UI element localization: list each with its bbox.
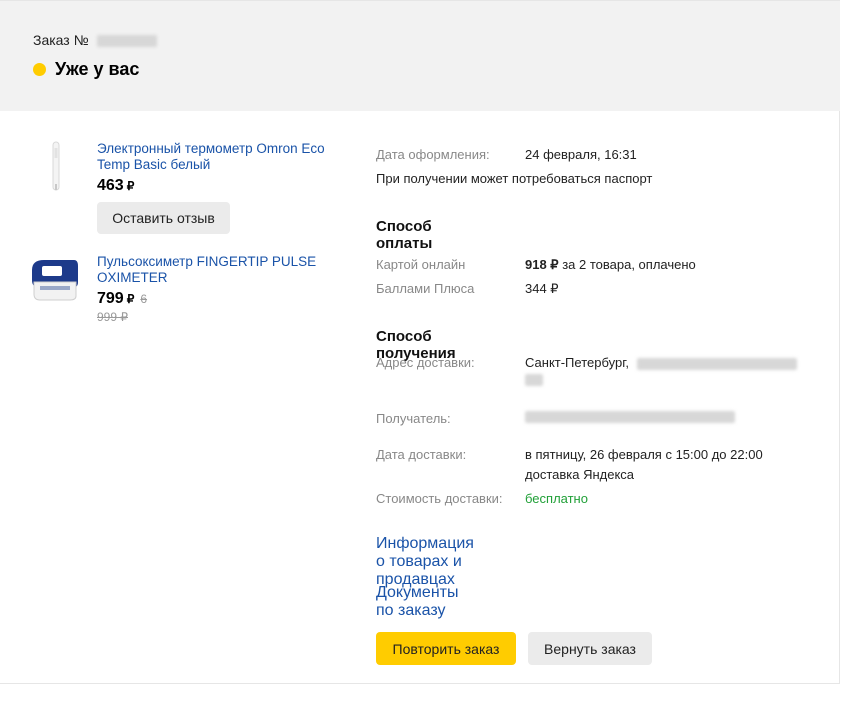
currency: ₽ <box>126 179 135 193</box>
product-name-link[interactable]: Электронный термометр Omron Eco Temp Bas… <box>97 141 327 173</box>
product-price: 463 ₽ <box>97 177 134 195</box>
price-value: 463 <box>97 177 124 194</box>
thermometer-image[interactable] <box>28 138 84 198</box>
address-redacted-line2 <box>525 374 543 386</box>
order-header: Заказ № Уже у вас <box>0 0 840 111</box>
address-redacted <box>636 357 797 370</box>
recipient-redacted <box>525 411 735 423</box>
order-date-value: 24 февраля, 16:31 <box>525 147 637 162</box>
pulse-oximeter-image[interactable] <box>28 252 84 312</box>
order-status: Уже у вас <box>33 59 139 80</box>
order-documents-link[interactable]: Документы по заказу <box>376 584 458 620</box>
product-name-link[interactable]: Пульсоксиметр FINGERTIP PULSE OXIMETER <box>97 254 327 286</box>
address-city: Санкт-Петербург, <box>525 355 629 370</box>
plus-points-value: 344 ₽ <box>525 281 559 296</box>
order-card: Заказ № Уже у вас Электронный термометр … <box>0 0 840 684</box>
leave-review-button[interactable]: Оставить отзыв <box>97 202 230 234</box>
plus-points-label: Баллами Плюса <box>376 281 475 296</box>
delivery-service: доставка Яндекса <box>525 467 635 482</box>
card-payment-amount: 918 ₽ <box>525 257 559 272</box>
price-value: 799 <box>97 290 124 307</box>
card-payment-label: Картой онлайн <box>376 257 466 272</box>
order-number: Заказ № <box>33 32 157 48</box>
order-number-redacted <box>96 35 157 48</box>
payment-section-title: Способ оплаты <box>376 218 433 252</box>
recipient-label: Получатель: <box>376 411 451 426</box>
address-value: Санкт-Петербург, <box>525 355 797 370</box>
order-number-label: Заказ № <box>33 32 89 48</box>
return-order-button[interactable]: Вернуть заказ <box>528 632 652 665</box>
products-sellers-info-link[interactable]: Информация о товарах и продавцах <box>376 535 474 589</box>
delivery-cost-label: Стоимость доставки: <box>376 491 503 506</box>
repeat-order-button[interactable]: Повторить заказ <box>376 632 516 665</box>
currency: ₽ <box>126 292 135 306</box>
card-payment-details: за 2 товара, оплачено <box>558 257 696 272</box>
status-text: Уже у вас <box>55 59 140 79</box>
order-date-label: Дата оформления: <box>376 147 490 162</box>
card-payment-value: 918 ₽ за 2 товара, оплачено <box>525 257 696 273</box>
product-price: 799 ₽6 999 ₽ <box>97 290 147 326</box>
delivery-cost-value: бесплатно <box>525 491 588 506</box>
status-dot-icon <box>33 63 46 76</box>
delivery-date-value: в пятницу, 26 февраля с 15:00 до 22:00 <box>525 447 763 462</box>
passport-note: При получении может потребоваться паспор… <box>376 171 653 186</box>
address-label: Адрес доставки: <box>376 355 475 370</box>
delivery-date-label: Дата доставки: <box>376 447 467 462</box>
